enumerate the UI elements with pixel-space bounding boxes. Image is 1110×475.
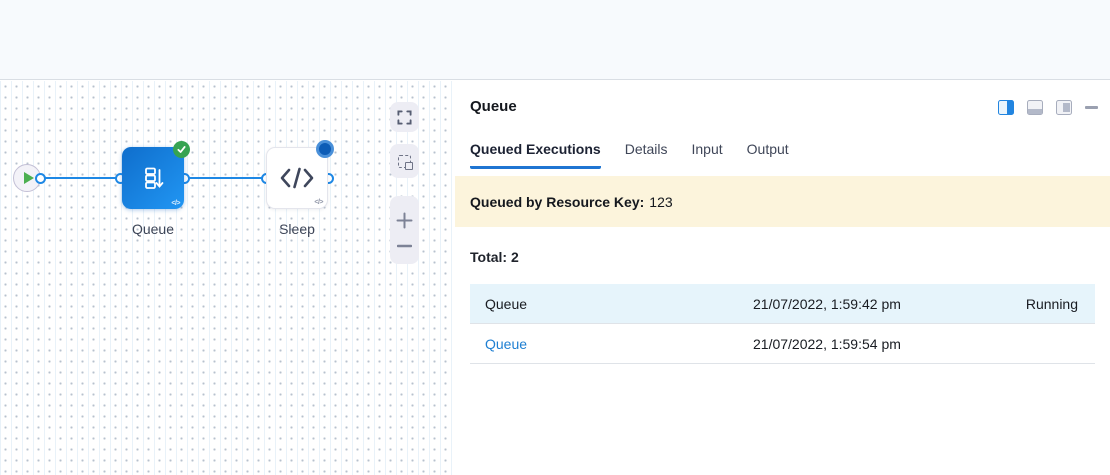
minimize-icon[interactable] [1085, 106, 1098, 109]
node-details-panel: Queue Queued Executions Details Input Ou… [455, 81, 1110, 475]
executions-table: Queue 21/07/2022, 1:59:42 pm Running Que… [470, 284, 1095, 364]
panel-floating-icon[interactable] [1056, 100, 1072, 115]
execution-row[interactable]: Queue 21/07/2022, 1:59:42 pm Running [470, 284, 1095, 324]
execution-link[interactable]: Queue [485, 336, 527, 352]
play-icon [24, 172, 34, 184]
zoom-to-selection-button[interactable] [390, 144, 419, 178]
tab-details[interactable]: Details [625, 141, 668, 169]
code-icon [279, 166, 315, 190]
queue-node[interactable]: </> [122, 147, 184, 209]
resource-key-banner: Queued by Resource Key: 123 [455, 176, 1110, 227]
panel-bottom-icon[interactable] [1027, 100, 1043, 115]
code-node-marker-icon: </> [171, 200, 180, 207]
execution-status: Running [985, 296, 1095, 312]
split-right-icon[interactable] [998, 100, 1014, 115]
zoom-out-icon[interactable] [397, 244, 412, 248]
tab-queued-executions[interactable]: Queued Executions [470, 141, 601, 169]
execution-timestamp: 21/07/2022, 1:59:54 pm [753, 336, 985, 352]
workflow-canvas[interactable]: </> </> Queue Sleep [0, 81, 455, 475]
fit-view-icon [397, 110, 412, 125]
zoom-to-selection-icon [398, 155, 411, 168]
queue-node-label: Queue [93, 221, 213, 237]
top-header-band [0, 0, 1110, 80]
connection-start-queue [40, 177, 120, 179]
zoom-in-icon[interactable] [396, 212, 413, 229]
resource-key-label: Queued by Resource Key: [470, 194, 644, 210]
running-status-icon [316, 140, 334, 158]
queue-icon [138, 163, 168, 193]
sleep-node-label: Sleep [237, 221, 357, 237]
code-node-marker-icon: </> [314, 199, 323, 206]
total-count: Total: 2 [470, 249, 519, 265]
zoom-controls[interactable] [390, 196, 419, 264]
sleep-node[interactable]: </> [266, 147, 328, 209]
connector-start-output[interactable] [35, 173, 46, 184]
fit-view-button[interactable] [390, 102, 419, 132]
tab-input[interactable]: Input [692, 141, 723, 169]
tab-output[interactable]: Output [747, 141, 789, 169]
connection-queue-sleep [184, 177, 266, 179]
panel-layout-actions [998, 100, 1098, 115]
execution-row[interactable]: Queue 21/07/2022, 1:59:54 pm [470, 324, 1095, 364]
panel-title: Queue [470, 98, 517, 115]
success-check-icon [173, 141, 190, 158]
resource-key-value: 123 [649, 194, 672, 210]
execution-timestamp: 21/07/2022, 1:59:42 pm [753, 296, 985, 312]
panel-tabs: Queued Executions Details Input Output [470, 141, 789, 169]
execution-name: Queue [470, 296, 753, 312]
